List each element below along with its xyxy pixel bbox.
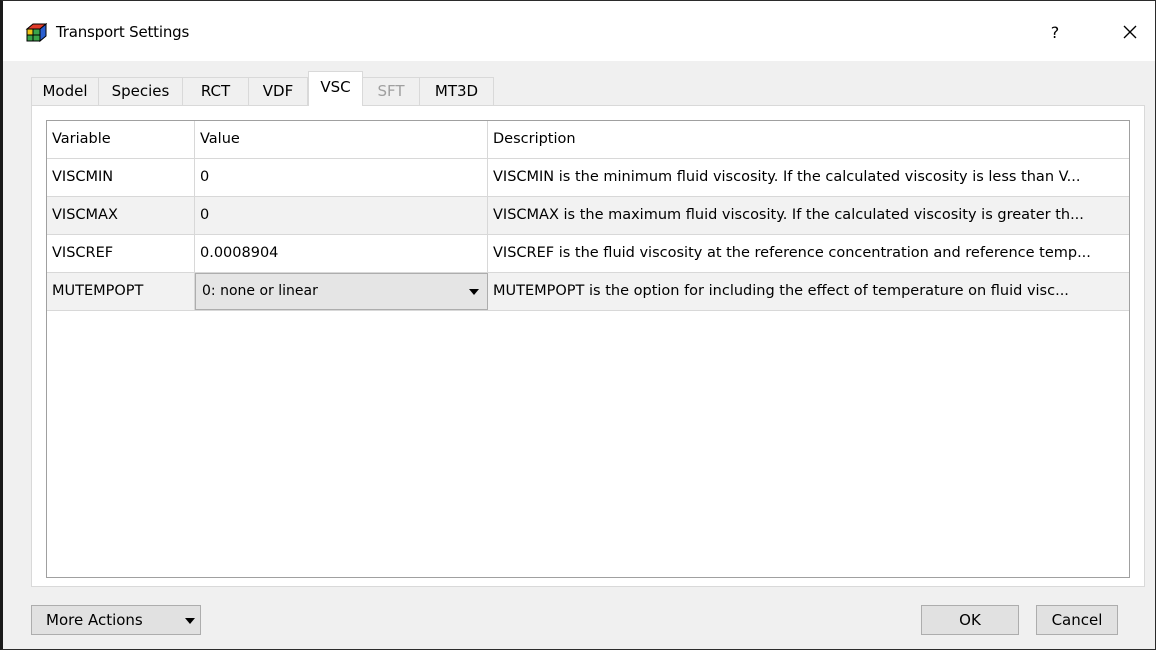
- grid-header: Variable Value Description: [47, 121, 1129, 159]
- close-icon: [1123, 25, 1137, 39]
- select-value: 0: none or linear: [202, 283, 318, 299]
- tab-sft: SFT: [362, 77, 420, 106]
- column-header-description[interactable]: Description: [488, 121, 1129, 158]
- chevron-down-icon: [469, 289, 479, 295]
- more-actions-label: More Actions: [46, 611, 143, 629]
- transport-settings-dialog: Transport Settings ? Model Species RCT V…: [0, 0, 1156, 650]
- column-header-value[interactable]: Value: [195, 121, 488, 158]
- value-cell[interactable]: 0: [195, 197, 488, 234]
- help-button[interactable]: ?: [1040, 19, 1070, 47]
- tab-vsc[interactable]: VSC: [308, 71, 363, 106]
- description-cell: VISCREF is the fluid viscosity at the re…: [493, 245, 1091, 261]
- tab-model[interactable]: Model: [31, 77, 99, 106]
- close-button[interactable]: [1113, 15, 1147, 49]
- title-bar: Transport Settings ?: [3, 1, 1155, 61]
- description-cell: VISCMAX is the maximum fluid viscosity. …: [493, 207, 1084, 223]
- tab-rct[interactable]: RCT: [182, 77, 249, 106]
- tab-panel-vsc: Variable Value Description VISCMIN 0 VIS…: [31, 105, 1145, 587]
- variable-cell: VISCMIN: [47, 159, 195, 196]
- table-row[interactable]: VISCMAX 0 VISCMAX is the maximum fluid v…: [47, 197, 1129, 235]
- model-grid-icon: [25, 23, 47, 43]
- value-cell[interactable]: 0.0008904: [195, 235, 488, 272]
- variable-cell: VISCREF: [47, 235, 195, 272]
- window-title: Transport Settings: [56, 23, 190, 41]
- more-actions-button[interactable]: More Actions: [31, 605, 201, 635]
- mutempopt-select[interactable]: 0: none or linear: [195, 273, 488, 310]
- table-row[interactable]: MUTEMPOPT 0: none or linear MUTEMPOPT is…: [47, 273, 1129, 311]
- value-cell[interactable]: 0: [195, 159, 488, 196]
- variable-cell: MUTEMPOPT: [47, 273, 195, 310]
- tab-vdf[interactable]: VDF: [248, 77, 308, 106]
- tab-mt3d[interactable]: MT3D: [419, 77, 494, 106]
- description-cell: MUTEMPOPT is the option for including th…: [493, 283, 1069, 299]
- chevron-down-icon: [185, 618, 195, 624]
- description-cell: VISCMIN is the minimum fluid viscosity. …: [493, 169, 1081, 185]
- ok-button[interactable]: OK: [921, 605, 1019, 635]
- table-row[interactable]: VISCMIN 0 VISCMIN is the minimum fluid v…: [47, 159, 1129, 197]
- variable-cell: VISCMAX: [47, 197, 195, 234]
- cancel-button[interactable]: Cancel: [1036, 605, 1118, 635]
- column-header-variable[interactable]: Variable: [47, 121, 195, 158]
- table-row[interactable]: VISCREF 0.0008904 VISCREF is the fluid v…: [47, 235, 1129, 273]
- settings-grid: Variable Value Description VISCMIN 0 VIS…: [46, 120, 1130, 578]
- tab-species[interactable]: Species: [98, 77, 183, 106]
